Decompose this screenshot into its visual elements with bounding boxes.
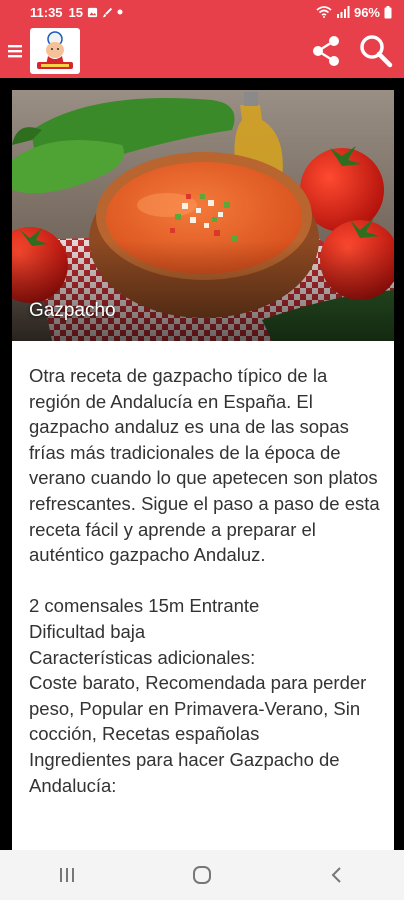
app-bar — [0, 24, 404, 78]
recipe-content: Otra receta de gazpacho típico de la reg… — [12, 341, 394, 798]
back-button[interactable] — [307, 855, 367, 895]
recents-icon — [60, 868, 75, 882]
photo-icon — [87, 7, 98, 17]
recipe-title: Gazpacho — [29, 300, 116, 321]
brush-icon — [102, 7, 113, 17]
share-icon — [313, 36, 339, 66]
back-icon — [331, 867, 341, 883]
recipe-difficulty: Dificultad baja — [29, 620, 146, 642]
battery-level: 96% — [353, 4, 380, 20]
status-time: 11:35 — [30, 4, 63, 20]
status-day: 15 — [68, 4, 84, 20]
extras-heading: Características adicionales: — [29, 646, 256, 668]
ingredients-heading: Ingredientes para hacer Gazpacho de Anda… — [29, 748, 340, 796]
recipe-meta: 2 comensales 15m Entrante — [29, 595, 260, 617]
wifi-icon — [316, 6, 332, 18]
recipe-description: Otra receta de gazpacho típico de la reg… — [29, 365, 380, 566]
app-logo[interactable] — [30, 28, 80, 74]
hamburger-icon — [8, 45, 22, 58]
recents-button[interactable] — [37, 855, 97, 895]
home-button[interactable] — [172, 855, 232, 895]
battery-icon — [384, 5, 392, 18]
search-button[interactable] — [358, 33, 394, 69]
share-button[interactable] — [308, 33, 344, 69]
signal-icon — [336, 6, 350, 18]
search-icon — [360, 35, 393, 68]
recipe-card: Gazpacho Otra receta de gazpacho típico … — [12, 90, 394, 850]
status-bar: 11:35 15 96% — [0, 0, 404, 24]
dot-icon — [117, 9, 123, 15]
recipe-extras: Coste barato, Recomendada para perder pe… — [29, 672, 367, 745]
recipe-hero[interactable]: Gazpacho — [12, 90, 394, 341]
navigation-bar — [0, 850, 404, 900]
menu-button[interactable] — [0, 24, 30, 78]
home-icon — [192, 866, 211, 884]
chef-logo-icon — [31, 29, 79, 73]
